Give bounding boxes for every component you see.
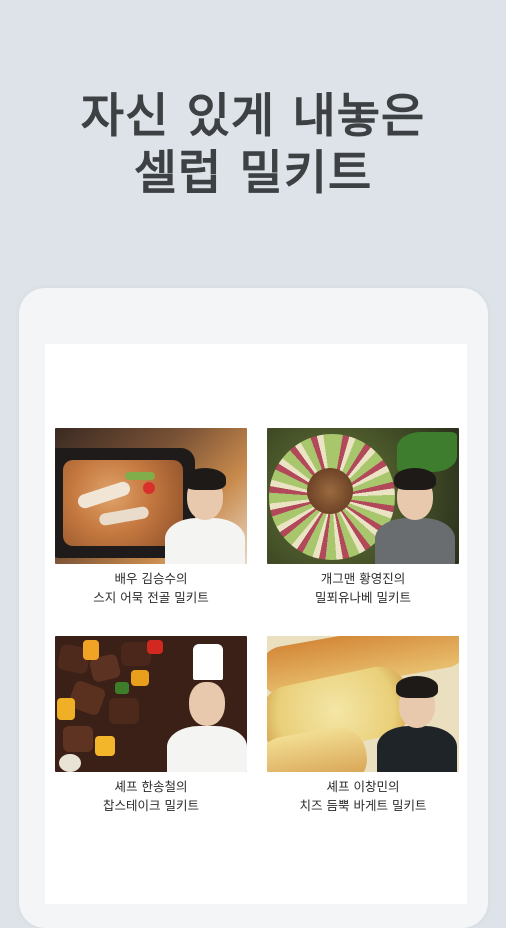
- product-title-line-1: 개그맨 황영진의: [320, 571, 406, 586]
- comedian-portrait: [373, 464, 457, 564]
- product-title-line-1: 셰프 이창민의: [326, 779, 400, 794]
- product-card-suji-hotpot[interactable]: 배우 김승수의 스지 어묵 전골 밀키트: [55, 428, 247, 607]
- promo-headline: 자신 있게 내놓은 셀럽 밀키트: [0, 88, 506, 202]
- chef-portrait: [375, 672, 459, 772]
- headline-line-2: 셀럽 밀키트: [133, 146, 373, 201]
- product-title-line-2: 치즈 듬뿍 바게트 밀키트: [299, 798, 427, 813]
- chef-portrait: [163, 464, 247, 564]
- product-card-millefeuille-nabe[interactable]: 개그맨 황영진의 밀푀유나베 밀키트: [267, 428, 459, 607]
- cheese-baguette-photo: [267, 636, 459, 772]
- hotpot-photo: [55, 428, 247, 564]
- product-title-line-1: 배우 김승수의: [114, 571, 188, 586]
- product-title-line-2: 찹스테이크 밀키트: [103, 798, 199, 813]
- product-title-line-1: 셰프 한송철의: [114, 779, 188, 794]
- app-screen: 배우 김승수의 스지 어묵 전골 밀키트 개그맨 황영진의 밀푀유나베 밀키트: [45, 344, 467, 904]
- product-title-line-2: 스지 어묵 전골 밀키트: [93, 590, 209, 605]
- product-title-line-2: 밀푀유나베 밀키트: [315, 590, 411, 605]
- chef-portrait: [165, 644, 247, 772]
- product-card-cheese-baguette[interactable]: 셰프 이창민의 치즈 듬뿍 바게트 밀키트: [267, 636, 459, 815]
- millefeuille-nabe-photo: [267, 428, 459, 564]
- chop-steak-photo: [55, 636, 247, 772]
- headline-line-1: 자신 있게 내놓은: [80, 89, 426, 144]
- product-card-chop-steak[interactable]: 셰프 한송철의 찹스테이크 밀키트: [55, 636, 247, 815]
